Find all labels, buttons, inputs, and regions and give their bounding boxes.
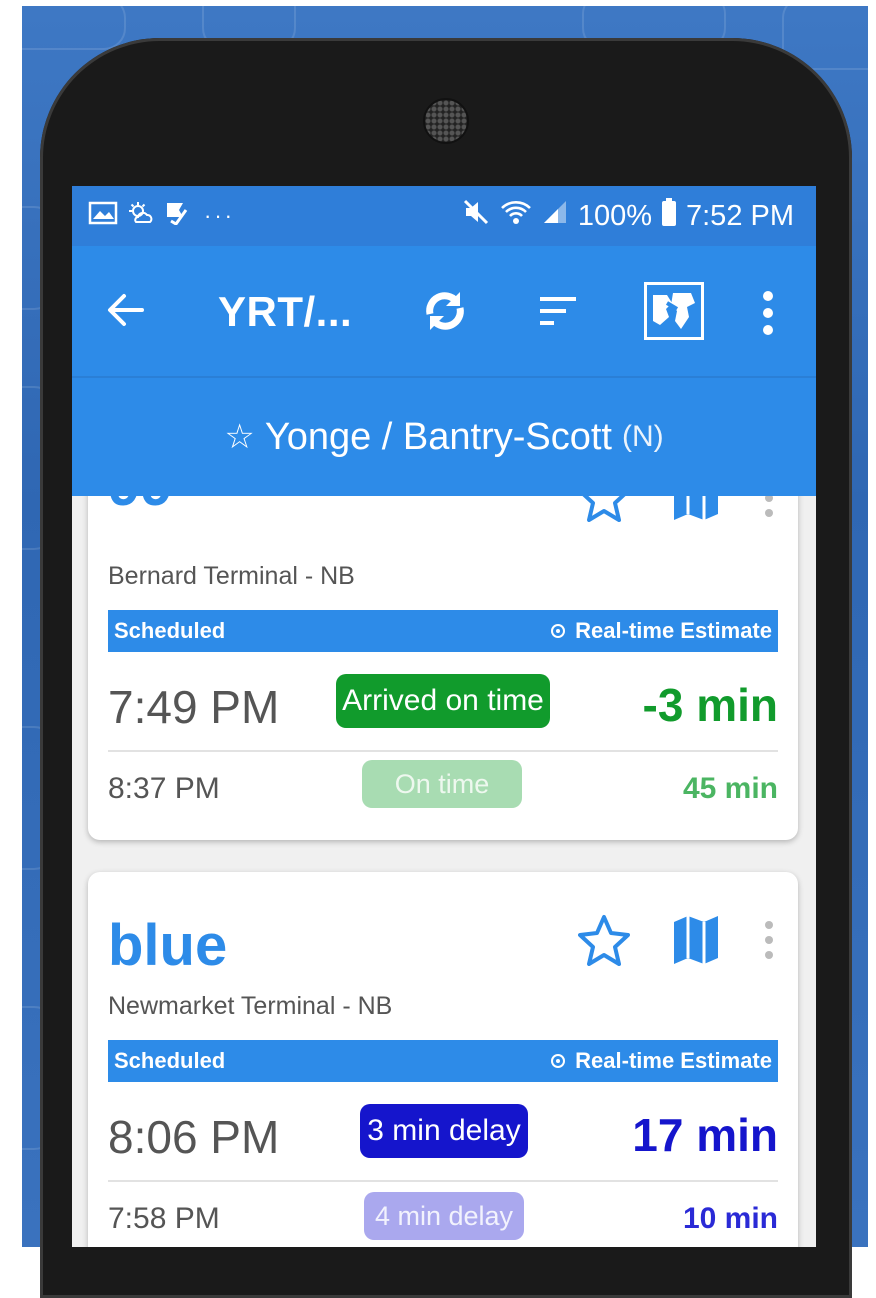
- signal-icon: [542, 199, 568, 233]
- clock: 7:52 PM: [686, 199, 794, 232]
- battery-percent: 100%: [577, 199, 652, 232]
- page-title: YRT/...: [218, 288, 353, 335]
- status-badge: On time: [362, 760, 522, 808]
- destination: Newmarket Terminal - NB: [108, 992, 393, 1020]
- sort-icon[interactable]: [538, 294, 578, 328]
- schedule-header: Scheduled Real-time Estimate: [108, 610, 778, 652]
- back-arrow-icon[interactable]: [106, 290, 146, 330]
- status-badge: Arrived on time: [336, 674, 550, 728]
- refresh-icon[interactable]: [418, 284, 472, 338]
- realtime-icon: [551, 624, 566, 638]
- scheduled-time: 8:06 PM: [108, 1111, 280, 1163]
- scheduled-label: Scheduled: [114, 1048, 226, 1073]
- minutes-away: 45 min: [682, 772, 778, 805]
- scheduled-time: 8:37 PM: [108, 772, 220, 805]
- minutes-away: 17 min: [632, 1109, 778, 1161]
- route-card[interactable]: 99 Bernard Terminal - NB Scheduled Real-…: [88, 496, 798, 840]
- row-divider: [108, 750, 778, 752]
- route-card[interactable]: blue Newmarket Terminal - NB Scheduled R…: [88, 872, 798, 1247]
- map-icon[interactable]: [644, 282, 704, 340]
- phone-screen: ··· 100% 7:52 PM YRT/... ☆ Yonge / Bantr…: [72, 186, 816, 1247]
- card-menu-icon[interactable]: [764, 920, 774, 965]
- departures-list: 99 Bernard Terminal - NB Scheduled Real-…: [72, 496, 816, 1247]
- route-map-icon[interactable]: [672, 914, 720, 971]
- favorite-star-icon[interactable]: [578, 496, 630, 527]
- status-badge: 3 min delay: [360, 1104, 528, 1158]
- schedule-header: Scheduled Real-time Estimate: [108, 1040, 778, 1082]
- route-map-icon[interactable]: [672, 496, 720, 527]
- stop-direction: (N): [621, 420, 664, 453]
- stop-header: ☆ Yonge / Bantry-Scott (N): [72, 378, 816, 496]
- weather-icon: [128, 201, 154, 231]
- row-divider: [108, 1180, 778, 1182]
- battery-icon: [662, 198, 676, 234]
- overflow-menu-icon[interactable]: [760, 288, 776, 338]
- minutes-away: -3 min: [642, 679, 778, 731]
- realtime-label: Real-time Estimate: [575, 618, 772, 643]
- status-badge: 4 min delay: [364, 1192, 524, 1240]
- gallery-icon: [88, 201, 118, 231]
- card-menu-icon[interactable]: [764, 496, 774, 523]
- stop-name: Yonge / Bantry-Scott: [264, 415, 612, 458]
- scheduled-time: 7:49 PM: [108, 681, 280, 733]
- wifi-icon: [500, 198, 532, 234]
- realtime-icon: [551, 1054, 566, 1068]
- earpiece-speaker: [423, 98, 469, 144]
- star-outline-icon[interactable]: ☆: [224, 417, 254, 457]
- more-notifications-icon: ···: [204, 203, 235, 228]
- status-bar: ··· 100% 7:52 PM: [72, 186, 816, 246]
- destination: Bernard Terminal - NB: [108, 562, 355, 590]
- scheduled-time: 7:58 PM: [108, 1202, 220, 1235]
- check-flag-icon: [164, 201, 190, 231]
- route-number: blue: [108, 913, 228, 978]
- realtime-label: Real-time Estimate: [575, 1048, 772, 1073]
- scheduled-label: Scheduled: [114, 618, 226, 643]
- favorite-star-icon[interactable]: [578, 914, 630, 971]
- mute-icon: [462, 198, 490, 234]
- route-number: 99: [108, 496, 173, 519]
- minutes-away: 10 min: [682, 1202, 778, 1235]
- app-bar: YRT/...: [72, 246, 816, 378]
